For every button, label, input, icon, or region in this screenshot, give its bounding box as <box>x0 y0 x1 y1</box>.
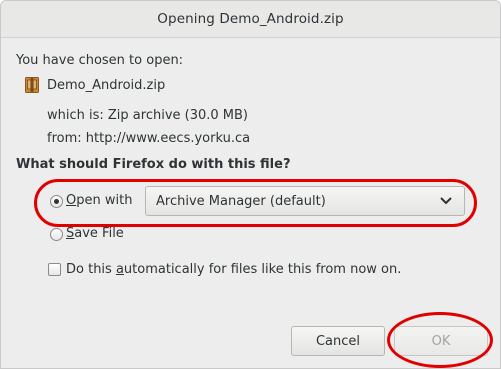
application-select[interactable]: Archive Manager (default) <box>145 186 465 216</box>
title-bar[interactable]: Opening Demo_Android.zip <box>1 1 500 38</box>
save-file-label[interactable]: Save File <box>66 226 124 241</box>
application-select-value: Archive Manager (default) <box>156 193 326 209</box>
auto-checkbox-label[interactable]: Do this automatically for files like thi… <box>66 262 401 277</box>
save-file-radio[interactable] <box>50 228 63 241</box>
chosen-label: You have chosen to open: <box>16 53 184 68</box>
file-source: from: http://www.eecs.yorku.ca <box>47 131 251 146</box>
chevron-down-icon <box>440 197 452 205</box>
dialog-content: You have chosen to open: Demo_Android.zi… <box>1 38 500 368</box>
window-title: Opening Demo_Android.zip <box>157 11 344 27</box>
question-heading: What should Firefox do with this file? <box>16 157 291 172</box>
auto-label-prefix: Do this <box>66 262 116 277</box>
open-with-label[interactable]: Open with <box>66 193 132 208</box>
zip-file-icon <box>25 77 39 93</box>
open-with-radio[interactable] <box>50 195 63 208</box>
file-name: Demo_Android.zip <box>47 78 166 93</box>
open-with-mnemonic: O <box>66 193 77 208</box>
cancel-button[interactable]: Cancel <box>291 326 385 356</box>
save-file-label-rest: ave File <box>74 226 124 241</box>
auto-label-rest: utomatically for files like this from no… <box>123 262 402 277</box>
file-type: which is: Zip archive (30.0 MB) <box>47 108 249 123</box>
auto-label-mnemonic: a <box>115 262 124 277</box>
auto-checkbox[interactable] <box>48 263 61 276</box>
download-dialog: Opening Demo_Android.zip You have chosen… <box>0 0 501 369</box>
open-with-label-rest: pen with <box>76 193 133 208</box>
ok-button[interactable]: OK <box>394 326 488 356</box>
